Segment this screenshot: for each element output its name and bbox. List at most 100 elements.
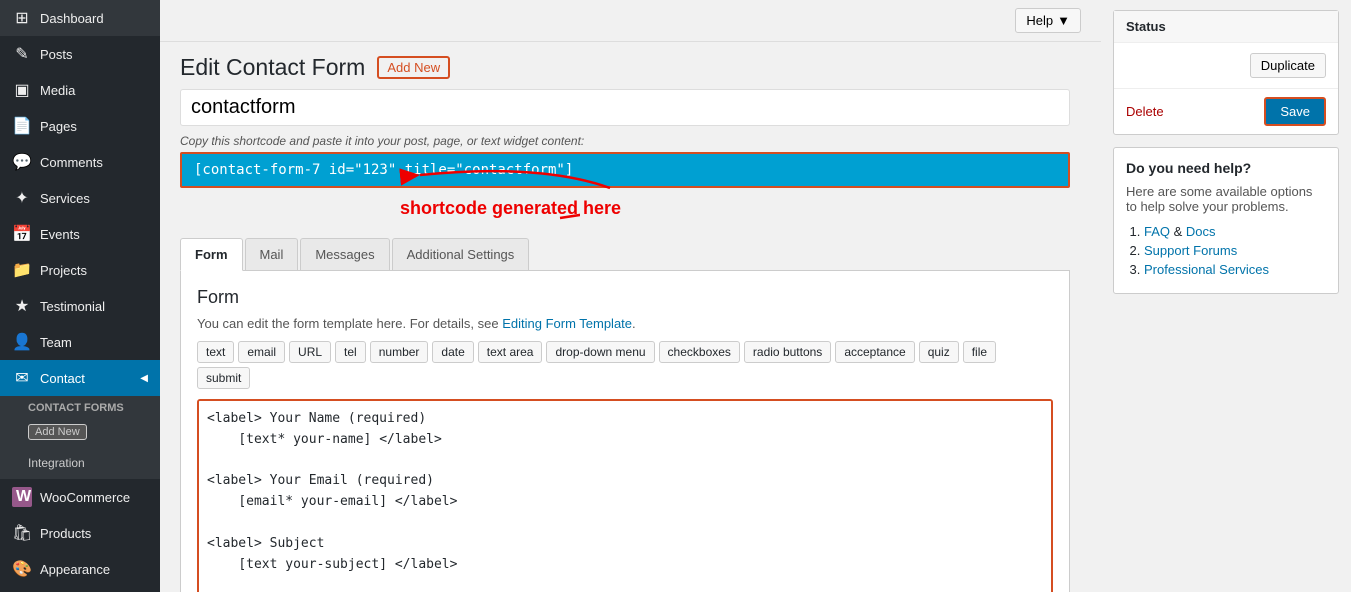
sidebar-item-contact[interactable]: ✉ Contact ◀ bbox=[0, 360, 160, 396]
sidebar-item-label: Contact bbox=[40, 371, 85, 386]
chevron-down-icon: ▼ bbox=[1057, 13, 1070, 28]
help-box-title: Do you need help? bbox=[1126, 160, 1326, 176]
team-icon: 👤 bbox=[12, 332, 32, 352]
form-panel-desc: You can edit the form template here. For… bbox=[197, 316, 1053, 331]
tag-button-submit[interactable]: submit bbox=[197, 367, 250, 389]
tag-button-checkboxes[interactable]: checkboxes bbox=[659, 341, 740, 363]
testimonial-icon: ★ bbox=[12, 296, 32, 316]
comments-icon: 💬 bbox=[12, 152, 32, 172]
tag-button-drop-down-menu[interactable]: drop-down menu bbox=[546, 341, 654, 363]
help-list: FAQ & Docs Support Forums Professional S… bbox=[1126, 224, 1326, 277]
tag-button-text-area[interactable]: text area bbox=[478, 341, 543, 363]
tag-button-file[interactable]: file bbox=[963, 341, 996, 363]
tab-mail[interactable]: Mail bbox=[245, 238, 299, 270]
sidebar-item-add-new[interactable]: Add New bbox=[0, 416, 160, 448]
posts-icon: ✎ bbox=[12, 44, 32, 64]
sidebar-item-dashboard[interactable]: ⊞ Dashboard bbox=[0, 0, 160, 36]
delete-link[interactable]: Delete bbox=[1126, 104, 1164, 119]
sidebar-item-posts[interactable]: ✎ Posts bbox=[0, 36, 160, 72]
right-sidebar: Status Duplicate Delete Save Do you need… bbox=[1101, 0, 1351, 592]
chevron-icon: ◀ bbox=[140, 373, 148, 384]
sidebar-item-testimonial[interactable]: ★ Testimonial bbox=[0, 288, 160, 324]
tab-form[interactable]: Form bbox=[180, 238, 243, 271]
professional-services-link[interactable]: Professional Services bbox=[1144, 262, 1269, 277]
integration-label: Integration bbox=[28, 456, 85, 470]
add-new-label: Add New bbox=[28, 424, 87, 440]
sidebar-item-integration[interactable]: Integration bbox=[0, 448, 160, 478]
page-header: Edit Contact Form Add New bbox=[160, 42, 1101, 89]
tag-button-number[interactable]: number bbox=[370, 341, 429, 363]
tag-button-email[interactable]: email bbox=[238, 341, 285, 363]
sidebar-item-woocommerce[interactable]: W WooCommerce bbox=[0, 478, 160, 515]
tabs: Form Mail Messages Additional Settings bbox=[180, 238, 1070, 271]
arrow-annotation: shortcode generated here bbox=[180, 188, 1070, 238]
form-name-input[interactable] bbox=[180, 89, 1070, 126]
sidebar-item-appearance[interactable]: 🎨 Appearance bbox=[0, 551, 160, 587]
tag-button-url[interactable]: URL bbox=[289, 341, 331, 363]
tag-button-radio-buttons[interactable]: radio buttons bbox=[744, 341, 831, 363]
tag-button-date[interactable]: date bbox=[432, 341, 473, 363]
pages-icon: 📄 bbox=[12, 116, 32, 136]
help-box-desc: Here are some available options to help … bbox=[1126, 184, 1326, 214]
help-list-item: Support Forums bbox=[1144, 243, 1326, 258]
code-textarea[interactable] bbox=[197, 399, 1053, 592]
sidebar-item-plugins[interactable]: 🔌 Plugins bbox=[0, 587, 160, 592]
tag-button-quiz[interactable]: quiz bbox=[919, 341, 959, 363]
sidebar-item-label: Comments bbox=[40, 155, 103, 170]
content-area: Copy this shortcode and paste it into yo… bbox=[160, 89, 1101, 592]
topbar: Help ▼ bbox=[160, 0, 1101, 42]
media-icon: ▣ bbox=[12, 80, 32, 100]
sidebar-item-services[interactable]: ✦ Services bbox=[0, 180, 160, 216]
sidebar-item-label: Products bbox=[40, 526, 91, 541]
sidebar-item-label: Team bbox=[40, 335, 72, 350]
services-icon: ✦ bbox=[12, 188, 32, 208]
help-box: Do you need help? Here are some availabl… bbox=[1113, 147, 1339, 294]
form-panel-title: Form bbox=[197, 287, 1053, 308]
sidebar-item-label: Dashboard bbox=[40, 11, 104, 26]
faq-link[interactable]: FAQ bbox=[1144, 224, 1170, 239]
tag-buttons: textemailURLtelnumberdatetext areadrop-d… bbox=[197, 341, 1053, 389]
sidebar-item-events[interactable]: 📅 Events bbox=[0, 216, 160, 252]
sidebar-item-label: WooCommerce bbox=[40, 490, 130, 505]
tag-button-tel[interactable]: tel bbox=[335, 341, 366, 363]
annotation-text: shortcode generated here bbox=[400, 198, 621, 219]
arrow-pointer-svg bbox=[180, 133, 780, 193]
sidebar-item-label: Testimonial bbox=[40, 299, 105, 314]
save-button[interactable]: Save bbox=[1264, 97, 1326, 126]
annotation-container: [contact-form-7 id="123" title="contactf… bbox=[180, 152, 1070, 238]
help-button[interactable]: Help ▼ bbox=[1015, 8, 1081, 33]
sidebar-item-label: Services bbox=[40, 191, 90, 206]
main-content: Help ▼ Edit Contact Form Add New Copy th… bbox=[160, 0, 1101, 592]
status-actions: Delete Save bbox=[1114, 88, 1338, 134]
woocommerce-icon: W bbox=[12, 487, 32, 507]
editing-form-template-link[interactable]: Editing Form Template bbox=[502, 316, 632, 331]
help-list-item: Professional Services bbox=[1144, 262, 1326, 277]
sidebar-item-label: Appearance bbox=[40, 562, 110, 577]
sidebar-item-pages[interactable]: 📄 Pages bbox=[0, 108, 160, 144]
projects-icon: 📁 bbox=[12, 260, 32, 280]
sidebar-item-media[interactable]: ▣ Media bbox=[0, 72, 160, 108]
add-new-button[interactable]: Add New bbox=[377, 56, 450, 79]
sidebar-item-label: Media bbox=[40, 83, 75, 98]
tab-additional-settings[interactable]: Additional Settings bbox=[392, 238, 530, 270]
contact-forms-header: Contact Forms bbox=[0, 396, 160, 416]
tag-button-text[interactable]: text bbox=[197, 341, 234, 363]
tab-messages[interactable]: Messages bbox=[300, 238, 389, 270]
docs-link[interactable]: Docs bbox=[1186, 224, 1216, 239]
support-forums-link[interactable]: Support Forums bbox=[1144, 243, 1237, 258]
sidebar-item-projects[interactable]: 📁 Projects bbox=[0, 252, 160, 288]
status-box-body: Duplicate bbox=[1114, 43, 1338, 88]
tag-button-acceptance[interactable]: acceptance bbox=[835, 341, 914, 363]
sidebar-item-label: Events bbox=[40, 227, 80, 242]
sidebar-item-products[interactable]: 🛍 Products bbox=[0, 515, 160, 551]
contact-forms-submenu: Contact Forms Add New Integration bbox=[0, 396, 160, 478]
sidebar-item-comments[interactable]: 💬 Comments bbox=[0, 144, 160, 180]
sidebar-item-label: Projects bbox=[40, 263, 87, 278]
sidebar-item-label: Posts bbox=[40, 47, 73, 62]
form-panel: Form You can edit the form template here… bbox=[180, 271, 1070, 592]
duplicate-button[interactable]: Duplicate bbox=[1250, 53, 1326, 78]
products-icon: 🛍 bbox=[12, 523, 32, 543]
events-icon: 📅 bbox=[12, 224, 32, 244]
help-list-item: FAQ & Docs bbox=[1144, 224, 1326, 239]
sidebar-item-team[interactable]: 👤 Team bbox=[0, 324, 160, 360]
